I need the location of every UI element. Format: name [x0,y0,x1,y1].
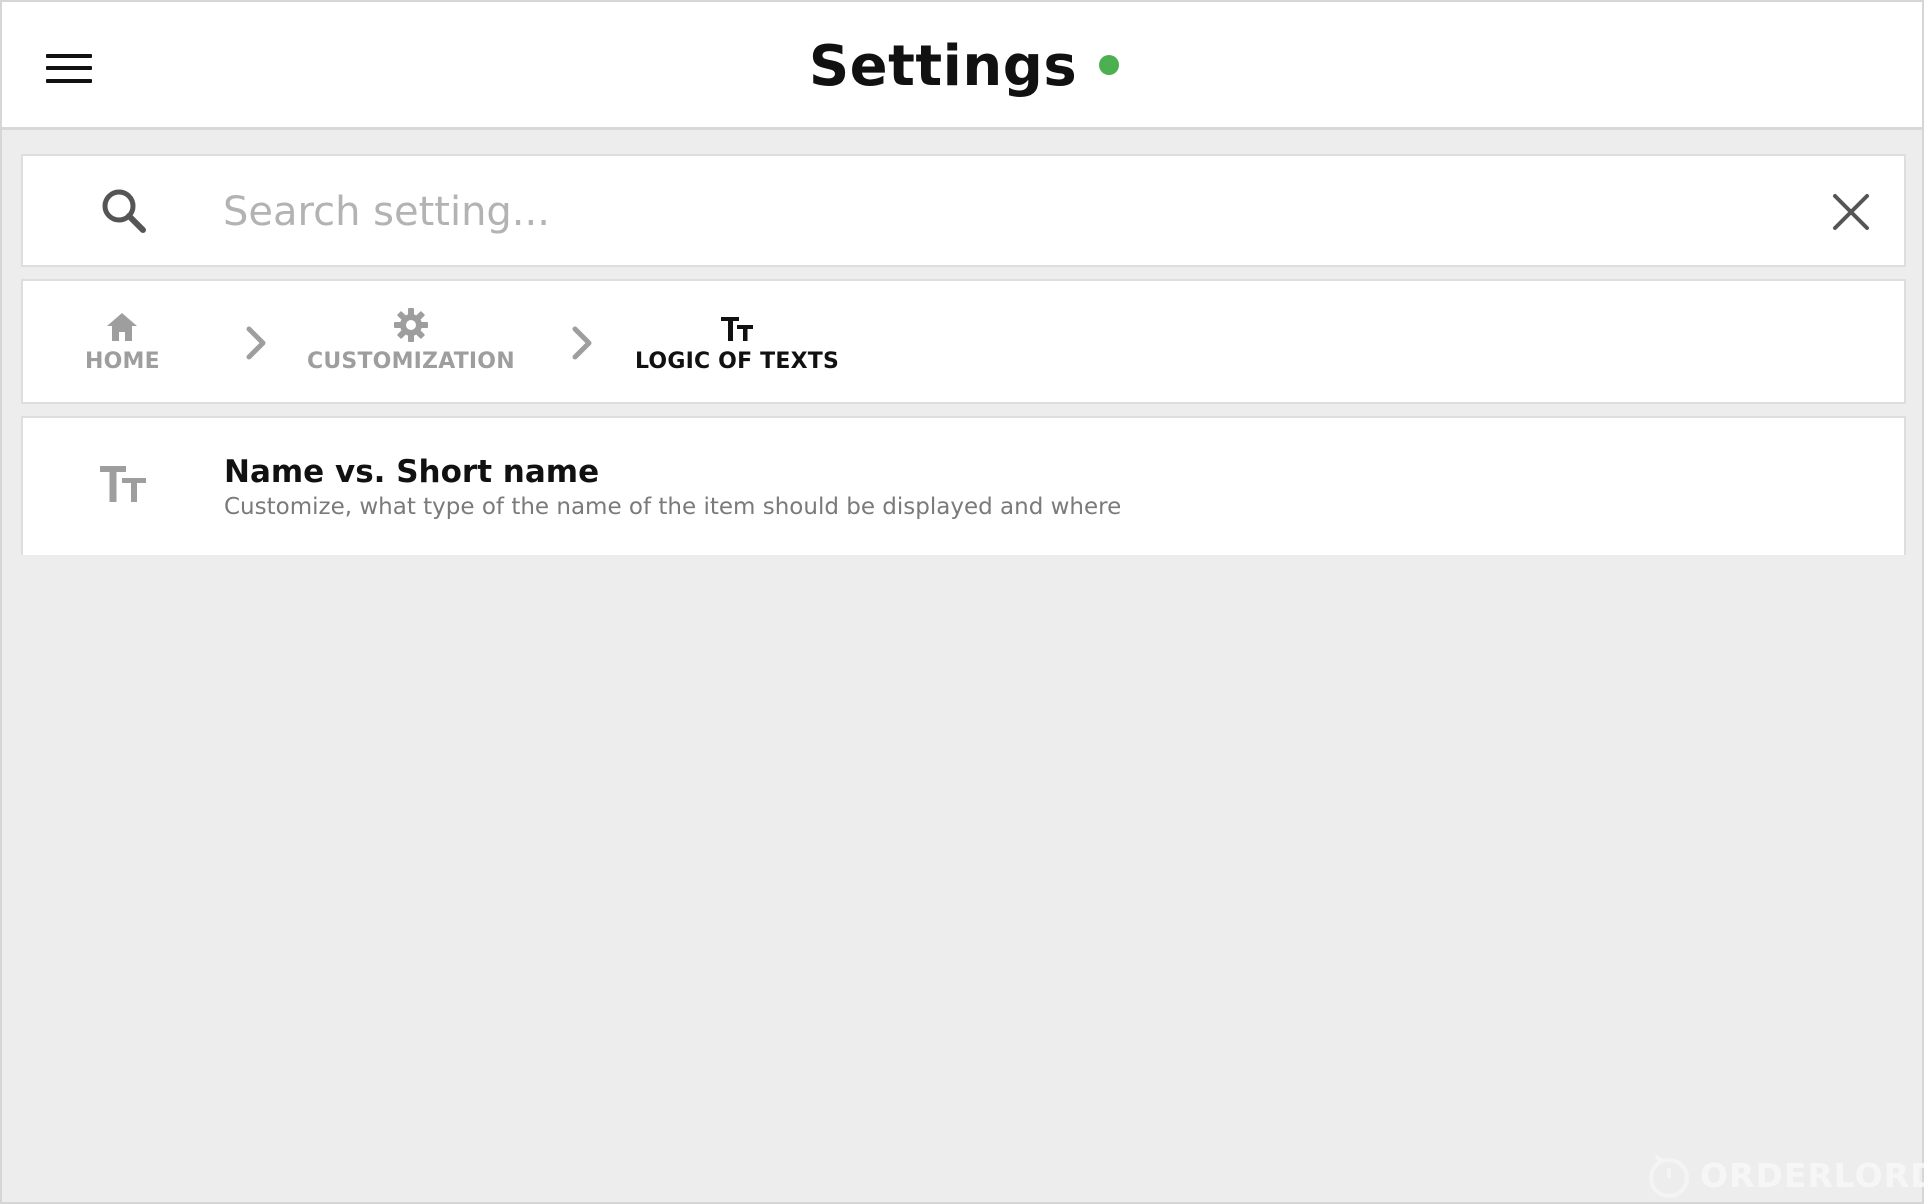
app-header: Settings [2,2,1922,130]
title-wrapper: Settings [2,2,1922,130]
page-title: Settings [808,33,1078,99]
gear-icon [393,308,428,342]
search-icon [102,189,146,233]
breadcrumb-label: CUSTOMIZATION [307,349,515,374]
breadcrumb-label: HOME [85,349,160,374]
breadcrumb-label: LOGIC OF TEXTS [635,349,840,374]
list-item[interactable]: Name vs. Short name Customize, what type… [23,418,1904,557]
online-status-dot [1099,55,1120,75]
watermark: ORDERLORD [1644,1150,1924,1200]
breadcrumb-item-logic-of-texts[interactable]: LOGIC OF TEXTS [635,309,839,374]
chevron-right-icon [572,326,592,360]
text-size-icon [721,317,754,341]
orderlord-logo-icon [1649,1154,1689,1198]
settings-list: Name vs. Short name Customize, what type… [21,416,1906,555]
breadcrumb-item-home[interactable]: HOME [85,309,160,374]
home-icon [107,313,138,341]
app-window: Settings HOME [0,0,1924,1204]
watermark-text: ORDERLORD [1700,1155,1924,1195]
breadcrumb-item-customization[interactable]: CUSTOMIZATION [307,308,515,374]
chevron-right-icon [246,326,266,360]
close-icon[interactable] [1831,192,1871,232]
search-input[interactable] [223,178,1723,246]
text-size-icon [100,466,146,502]
breadcrumb: HOME CUSTOMIZATION LOGIC OF TEXTS [21,279,1906,404]
list-item-title: Name vs. Short name [224,454,600,490]
search-bar [21,154,1906,267]
list-item-subtitle: Customize, what type of the name of the … [224,494,1122,520]
